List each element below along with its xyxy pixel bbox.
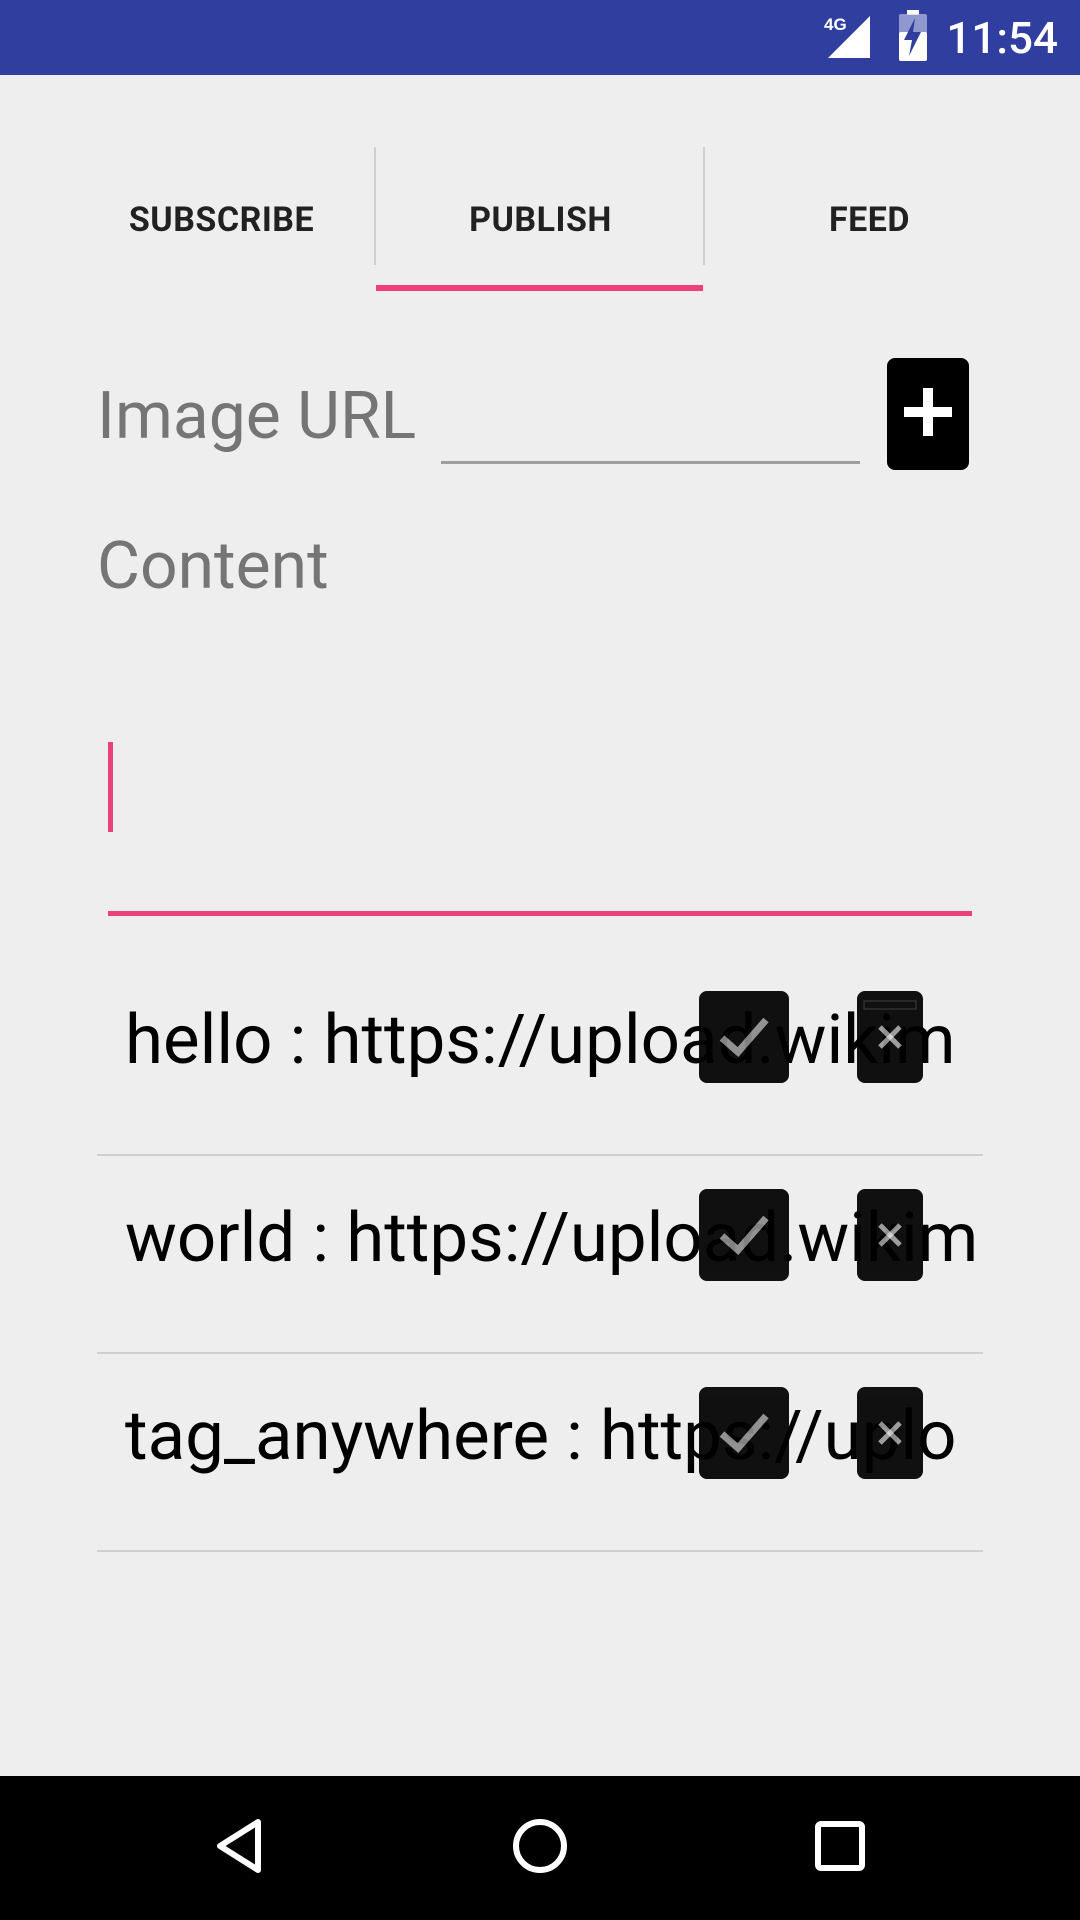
- battery-icon: [898, 9, 928, 66]
- trash-icon[interactable]: [857, 991, 923, 1083]
- recents-square-icon: [810, 1816, 870, 1880]
- entry-text: tag_anywhere : https://uplo: [125, 1395, 957, 1476]
- entry-text: world : https://upload.wikim: [125, 1197, 979, 1278]
- clock: 11:54: [946, 11, 1058, 64]
- plus-icon: [902, 386, 954, 442]
- status-bar: 4G 11:54: [0, 0, 1080, 75]
- entry-text: hello : https://upload.wikim: [125, 999, 956, 1080]
- back-button[interactable]: [180, 1776, 300, 1920]
- network-label: 4G: [824, 15, 847, 34]
- list-item[interactable]: world : https://upload.wikim: [97, 1156, 983, 1354]
- tab-bar: SUBSCRIBE PUBLISH FEED: [57, 145, 1047, 295]
- entry-list: hello : https://upload.wikim world : htt…: [97, 958, 983, 1552]
- status-icons: 4G 11:54: [824, 0, 1058, 75]
- signal-icon: 4G: [824, 12, 880, 64]
- recents-button[interactable]: [780, 1776, 900, 1920]
- home-button[interactable]: [480, 1776, 600, 1920]
- trash-icon[interactable]: [857, 1189, 923, 1281]
- content-label: Content: [97, 528, 329, 605]
- content-input-underline: [108, 911, 972, 916]
- tab-feed[interactable]: FEED: [705, 145, 1034, 295]
- image-url-label: Image URL: [97, 378, 417, 455]
- checkbox-icon[interactable]: [699, 1387, 789, 1479]
- list-item[interactable]: tag_anywhere : https://uplo: [97, 1354, 983, 1552]
- checkbox-icon[interactable]: [699, 1189, 789, 1281]
- content-input[interactable]: [108, 730, 972, 916]
- back-triangle-icon: [210, 1816, 270, 1880]
- tab-subscribe[interactable]: SUBSCRIBE: [57, 145, 386, 295]
- text-cursor: [108, 742, 113, 832]
- tab-indicator: [376, 285, 703, 291]
- home-circle-icon: [510, 1816, 570, 1880]
- navigation-bar: [0, 1776, 1080, 1920]
- tab-publish[interactable]: PUBLISH: [376, 145, 705, 295]
- checkbox-icon[interactable]: [699, 991, 789, 1083]
- trash-icon[interactable]: [857, 1387, 923, 1479]
- add-button[interactable]: [887, 358, 969, 470]
- list-item[interactable]: hello : https://upload.wikim: [97, 958, 983, 1156]
- image-url-input[interactable]: [441, 461, 860, 464]
